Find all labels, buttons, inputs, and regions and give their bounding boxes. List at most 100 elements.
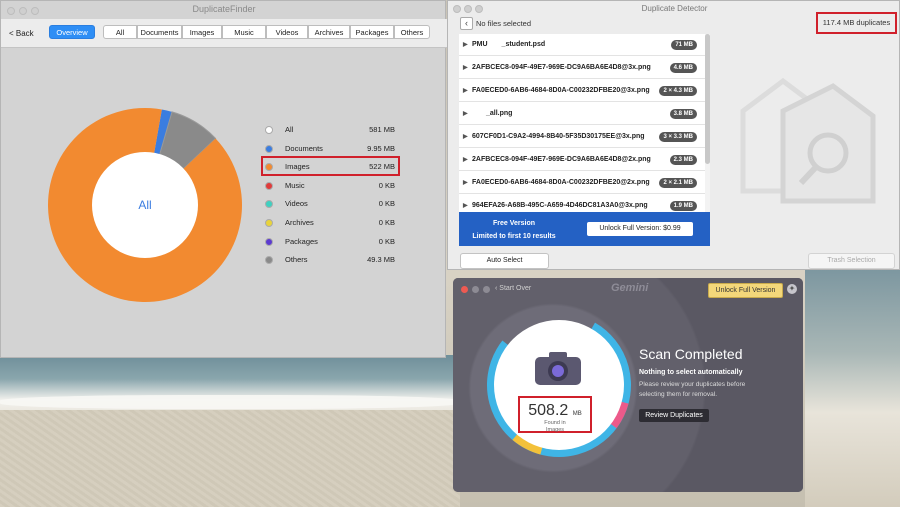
file-name: _all.png (472, 110, 513, 117)
legend-value: 0 KB (378, 218, 395, 227)
legend-value: 0 KB (378, 199, 395, 209)
legend-item-music[interactable]: Music 0 KB (265, 179, 395, 193)
tab-documents[interactable]: Documents (137, 25, 182, 39)
file-row[interactable]: ▶ _all.png 3.8 MB (459, 103, 705, 125)
legend-dot-icon (265, 200, 273, 209)
found-line1: Found in (544, 420, 566, 426)
gemini-logo: Gemini (611, 282, 649, 294)
file-row[interactable]: ▶ 607CF0D1-C9A2-4994-8B40-5F35D30175EE@3x… (459, 126, 705, 148)
close-window-button[interactable] (461, 286, 468, 293)
tab-videos[interactable]: Videos (266, 25, 308, 39)
legend-value: 9.95 MB (367, 143, 395, 153)
scrollbar-thumb[interactable] (705, 34, 710, 164)
donut-chart-svg: All (47, 108, 242, 303)
legend-dot-icon (265, 219, 273, 227)
file-size-badge: 4.6 MB (669, 63, 697, 73)
legend-dot-icon (265, 181, 273, 190)
legend-label: All (285, 125, 294, 134)
disclosure-triangle-icon[interactable]: ▶ (463, 80, 468, 102)
found-line2: Images (545, 427, 565, 433)
tab-others[interactable]: Others (394, 25, 430, 39)
tab-archives[interactable]: Archives (308, 25, 350, 39)
unlock-full-version-button[interactable]: Unlock Full Version (708, 283, 783, 298)
duplicate-finder-window: DuplicateFinder < Back Overview All Docu… (0, 0, 447, 358)
legend-label: Videos (285, 199, 308, 209)
legend-dot-icon (265, 237, 273, 246)
scan-completed-title: Scan Completed (639, 346, 743, 362)
background-beach-right (805, 270, 900, 507)
file-row[interactable]: ▶ FA0ECED0-6AB6-4684-8D0A-C00232DFBE20@2x… (459, 172, 705, 194)
file-list[interactable]: ▶ PMU _student.psd 71 MB ▶ 2AFBCEC8-094F-49E… (459, 34, 705, 212)
tab-packages[interactable]: Packages (350, 25, 394, 39)
found-location: Found in Images (520, 420, 590, 434)
disclosure-triangle-icon[interactable]: ▶ (463, 103, 468, 125)
tab-music[interactable]: Music (222, 25, 266, 39)
legend-label: Others (285, 255, 308, 265)
disclosure-triangle-icon[interactable]: ▶ (463, 195, 468, 212)
images-highlight-box (261, 156, 400, 176)
legend-value: 581 MB (369, 125, 395, 134)
legend-item-archives[interactable]: Archives 0 KB (265, 216, 395, 230)
found-size: 508.2 MB (520, 402, 590, 420)
file-row[interactable]: ▶ 964EFA26-A68B-495C-A659-4D46DC81A3A0@3x… (459, 195, 705, 212)
review-duplicates-button[interactable]: Review Duplicates (639, 409, 709, 422)
legend-item-packages[interactable]: Packages 0 KB (265, 235, 395, 249)
duplicate-detector-window: Duplicate Detector ‹ No files selected 1… (447, 0, 900, 270)
file-size-badge: 2.3 MB (669, 155, 697, 165)
file-row[interactable]: ▶ 2AFBCEC8-094F-49E7-969E-DC9A6BA6E4D8@2x… (459, 149, 705, 171)
file-name: 964EFA26-A68B-495C-A659-4D46DC81A3A0@3x.… (472, 202, 648, 209)
tab-all[interactable]: All (103, 25, 137, 39)
found-size-unit: MB (572, 411, 582, 417)
file-name: FA0ECED0-6AB6-4684-8D0A-C00232DFBE20@3x.… (472, 87, 650, 94)
background-sand (0, 410, 460, 507)
minimize-window-button[interactable] (472, 286, 479, 293)
tab-images[interactable]: Images (182, 25, 222, 39)
auto-select-button[interactable]: Auto Select (460, 253, 549, 269)
document-magnifier-icon (740, 77, 876, 204)
back-button[interactable]: < Back (9, 29, 34, 38)
zoom-window-button[interactable] (483, 286, 490, 293)
file-size-badge: 1.9 MB (669, 201, 697, 211)
file-row[interactable]: ▶ FA0ECED0-6AB6-4684-8D0A-C00232DFBE20@3x… (459, 80, 705, 102)
window-title: DuplicateFinder (192, 4, 256, 14)
file-size-badge: 3.8 MB (669, 109, 697, 119)
legend-item-others[interactable]: Others 49.3 MB (265, 253, 395, 267)
legend-item-all[interactable]: All 581 MB (265, 123, 395, 137)
disclosure-triangle-icon[interactable]: ▶ (463, 126, 468, 148)
file-name: FA0ECED0-6AB6-4684-8D0A-C00232DFBE20@2x.… (472, 179, 650, 186)
file-name: PMU _student.psd (472, 41, 546, 48)
free-version-banner: Free Version Limited to first 10 results… (459, 212, 710, 246)
file-list-scrollbar[interactable] (705, 34, 710, 212)
toolbar: < Back Overview All Documents Images Mus… (1, 19, 447, 48)
file-name: 2AFBCEC8-094F-49E7-969E-DC9A6BA6E4D8@3x.… (472, 64, 651, 71)
legend-dot-icon (265, 144, 273, 153)
unlock-full-version-button[interactable]: Unlock Full Version: $0.99 (587, 222, 693, 236)
legend-dot-icon (265, 256, 273, 265)
chevron-left-icon[interactable]: ‹ (460, 17, 473, 30)
nothing-to-select-text: Nothing to select automatically (639, 369, 743, 376)
background-foam (0, 395, 460, 409)
camera-icon (535, 352, 581, 385)
file-row[interactable]: ▶ 2AFBCEC8-094F-49E7-969E-DC9A6BA6E4D8@3x… (459, 57, 705, 79)
legend-label: Documents (285, 143, 323, 153)
duplicates-total: 117.4 MB duplicates (816, 12, 897, 34)
legend-value: 49.3 MB (367, 255, 395, 265)
legend-value: 0 KB (378, 236, 395, 246)
disclosure-triangle-icon[interactable]: ▶ (463, 57, 468, 79)
disclosure-triangle-icon[interactable]: ▶ (463, 149, 468, 171)
file-size-badge: 2 × 4.3 MB (659, 86, 697, 96)
trash-selection-button[interactable]: Trash Selection (808, 253, 895, 269)
found-size-value: 508.2 (528, 402, 569, 419)
found-size-highlight: 508.2 MB Found in Images (518, 396, 592, 433)
selection-status: No files selected (476, 19, 532, 28)
disclosure-triangle-icon[interactable]: ▶ (463, 34, 468, 56)
disclosure-triangle-icon[interactable]: ▶ (463, 172, 468, 194)
tab-overview[interactable]: Overview (49, 25, 95, 39)
legend-label: Archives (285, 218, 314, 227)
legend-item-documents[interactable]: Documents 9.95 MB (265, 142, 395, 156)
legend-dot-icon (265, 126, 273, 134)
gear-icon[interactable]: ✦ (787, 284, 797, 294)
legend-item-videos[interactable]: Videos 0 KB (265, 197, 395, 211)
file-row[interactable]: ▶ PMU _student.psd 71 MB (459, 34, 705, 56)
start-over-button[interactable]: ‹ Start Over (495, 285, 531, 292)
